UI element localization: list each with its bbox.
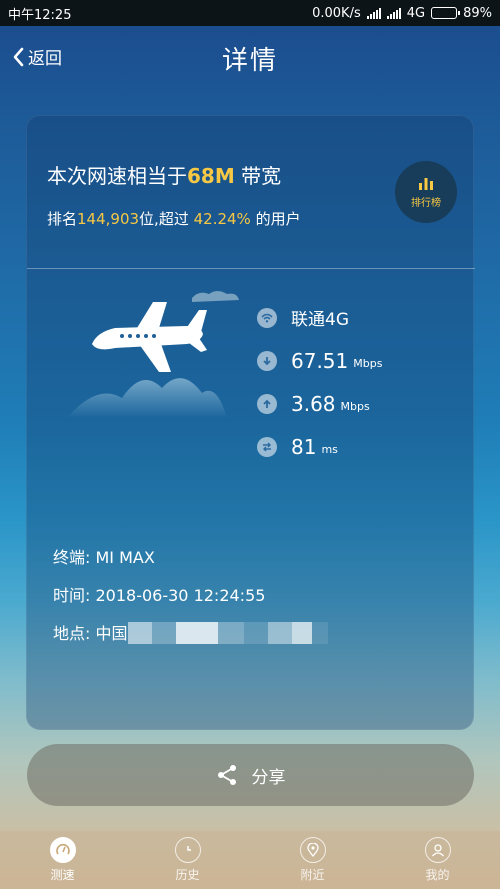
terminal-label: 终端: — [53, 548, 91, 567]
divider — [27, 268, 475, 269]
bar-chart-icon — [419, 177, 433, 190]
headline-suffix: 带宽 — [241, 164, 282, 188]
tab-nearby[interactable]: 附近 — [250, 831, 375, 889]
metric-ping: 81 ms — [257, 425, 382, 468]
page-title: 详情 — [221, 45, 278, 76]
upload-value: 3.68 — [291, 391, 336, 416]
share-label: 分享 — [251, 767, 286, 788]
signal-icon — [366, 7, 381, 19]
tab-bar: 测速 历史 附近 我的 — [0, 831, 500, 889]
rank-middle: 位,超过 — [139, 210, 189, 228]
chevron-left-icon — [13, 47, 24, 66]
redacted-location — [127, 622, 328, 644]
location-row: 地点: 中国 — [53, 620, 328, 644]
headline-value: 68M — [187, 164, 235, 188]
airplane-illustration — [67, 291, 239, 418]
status-time: 中午12:25 — [8, 7, 72, 23]
metric-network: 联通4G — [257, 296, 382, 339]
location-pin-icon — [299, 837, 326, 863]
upload-unit: Mbps — [340, 400, 370, 413]
battery-icon — [431, 7, 461, 19]
metrics-list: 联通4G 67.51 Mbps 3.68 Mbps 81 ms — [257, 296, 382, 468]
status-right: 0.00K/s 4G 89% — [312, 6, 492, 21]
time-value: 2018-06-30 12:24:55 — [95, 586, 266, 605]
tab-history[interactable]: 历史 — [125, 831, 250, 889]
share-icon — [217, 765, 236, 785]
wifi-icon — [257, 307, 277, 328]
terminal-row: 终端: MI MAX — [53, 544, 155, 568]
tab-nearby-label: 附近 — [300, 868, 325, 882]
ping-unit: ms — [321, 443, 338, 456]
rank-prefix: 排名 — [47, 210, 78, 228]
header: 返回 详情 — [0, 26, 500, 90]
rank-line: 排名144,903位,超过 42.24% 的用户 — [47, 208, 301, 229]
share-button[interactable]: 分享 — [27, 744, 474, 806]
tab-speedtest-label: 测速 — [50, 868, 75, 882]
time-row: 时间: 2018-06-30 12:24:55 — [53, 582, 265, 606]
network-type: 4G — [406, 5, 426, 21]
tab-history-label: 历史 — [175, 868, 200, 882]
download-arrow-icon — [257, 350, 277, 371]
metric-upload: 3.68 Mbps — [257, 382, 382, 425]
ranking-button[interactable]: 排行榜 — [395, 161, 457, 223]
status-bar: 中午12:25 0.00K/s 4G 89% — [0, 0, 500, 26]
bandwidth-headline: 本次网速相当于68M 带宽 — [47, 160, 281, 189]
battery-percent: 89% — [463, 5, 492, 21]
time-label: 时间: — [53, 586, 91, 605]
location-label: 地点: — [53, 624, 91, 643]
tab-mine[interactable]: 我的 — [375, 831, 500, 889]
back-label: 返回 — [28, 49, 62, 69]
network-name: 联通4G — [291, 310, 349, 330]
signal-2-icon — [386, 7, 401, 19]
rank-value: 144,903 — [77, 210, 140, 228]
metric-download: 67.51 Mbps — [257, 339, 382, 382]
rank-suffix: 的用户 — [255, 210, 301, 228]
upload-arrow-icon — [257, 393, 277, 414]
back-button[interactable]: 返回 — [12, 44, 62, 69]
download-unit: Mbps — [353, 357, 383, 370]
terminal-value: MI MAX — [95, 548, 155, 567]
download-value: 67.51 — [291, 348, 349, 373]
speedometer-icon — [49, 837, 76, 863]
ping-swap-icon — [257, 436, 277, 457]
network-speed: 0.00K/s — [312, 5, 361, 21]
location-value: 中国 — [95, 624, 128, 643]
tab-speedtest[interactable]: 测速 — [0, 831, 125, 889]
rank-percent: 42.24% — [193, 210, 251, 228]
ranking-button-label: 排行榜 — [411, 197, 441, 209]
clock-icon — [174, 837, 201, 863]
headline-prefix: 本次网速相当于 — [47, 164, 187, 188]
user-icon — [424, 837, 451, 863]
result-card: 本次网速相当于68M 带宽 排名144,903位,超过 42.24% 的用户 排… — [26, 115, 475, 730]
ping-value: 81 — [291, 434, 317, 459]
tab-mine-label: 我的 — [425, 868, 450, 882]
